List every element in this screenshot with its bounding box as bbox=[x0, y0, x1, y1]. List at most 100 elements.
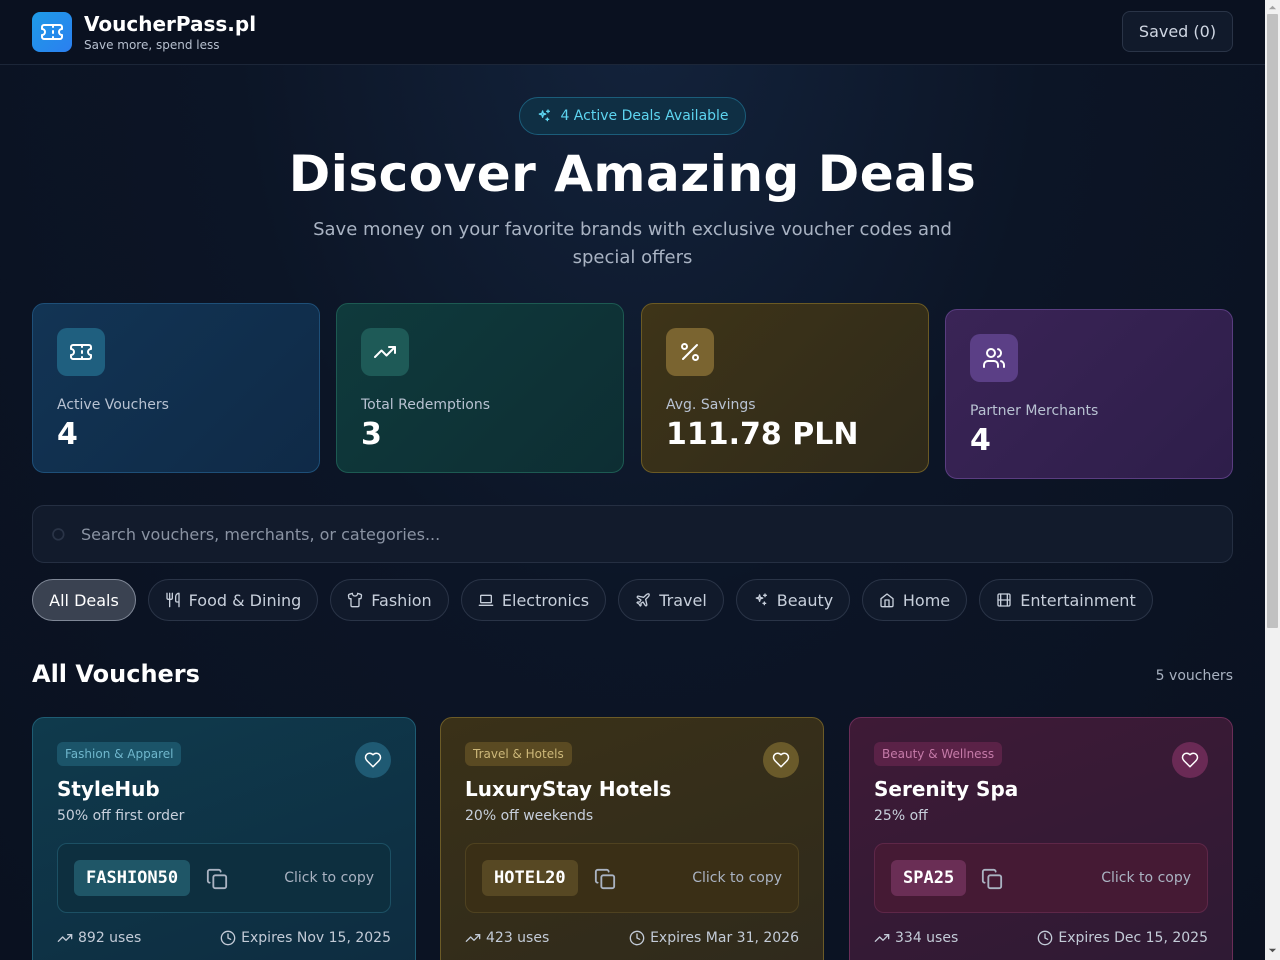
favorite-button[interactable] bbox=[1172, 742, 1208, 778]
stat-icon-box bbox=[666, 328, 714, 376]
stat-label: Active Vouchers bbox=[57, 397, 169, 413]
copy-icon[interactable] bbox=[981, 868, 1003, 890]
trending-up-icon bbox=[874, 934, 890, 942]
clock-icon bbox=[629, 930, 645, 946]
voucher-merchant: StyleHub bbox=[57, 777, 160, 801]
category-label: Electronics bbox=[501, 590, 590, 610]
favorite-button[interactable] bbox=[355, 742, 391, 778]
ticket-icon bbox=[70, 344, 92, 360]
stat-value: 4 bbox=[970, 423, 991, 458]
voucher-code[interactable]: FASHION50 bbox=[74, 860, 191, 896]
stat-value: 3 bbox=[361, 417, 382, 452]
search-input[interactable] bbox=[81, 506, 1211, 562]
category-entertainment[interactable]: Entertainment bbox=[979, 579, 1153, 621]
copy-hint: Click to copy bbox=[692, 870, 782, 886]
favorite-button[interactable] bbox=[763, 742, 799, 778]
voucher-uses: 334 uses bbox=[874, 930, 958, 946]
plane-icon bbox=[636, 593, 651, 607]
page-subtitle: Save money on your favorite brands with … bbox=[313, 219, 952, 268]
voucher-uses: 423 uses bbox=[465, 930, 549, 946]
stat-label: Partner Merchants bbox=[970, 403, 1099, 419]
clock-icon bbox=[1038, 930, 1053, 946]
heart-icon bbox=[1181, 752, 1199, 768]
stat-label: Avg. Savings bbox=[666, 397, 756, 413]
ticket-icon bbox=[41, 24, 63, 40]
stat-label: Total Redemptions bbox=[361, 397, 490, 413]
utensils-icon bbox=[165, 592, 180, 608]
voucher-expiry: Expires Nov 15, 2025 bbox=[220, 930, 391, 946]
section-title: All Vouchers bbox=[32, 660, 200, 688]
stat-card-partner-merchants: Partner Merchants 4 bbox=[945, 309, 1233, 479]
heart-icon bbox=[772, 752, 790, 768]
category-label: Entertainment bbox=[1020, 590, 1136, 610]
trending-up-icon bbox=[465, 934, 481, 942]
stat-value: 111.78 PLN bbox=[666, 417, 859, 452]
category-home[interactable]: Home bbox=[862, 579, 967, 621]
uses-label: 423 uses bbox=[486, 930, 550, 946]
category-label: Fashion bbox=[371, 590, 432, 610]
clock-icon bbox=[220, 930, 236, 946]
scroll-up-arrow-icon[interactable] bbox=[1268, 3, 1277, 12]
shirt-icon bbox=[348, 592, 363, 608]
voucher-code[interactable]: HOTEL20 bbox=[482, 860, 578, 896]
expiry-label: Expires Nov 15, 2025 bbox=[241, 930, 391, 946]
category-label: All Deals bbox=[49, 590, 119, 610]
category-label: Home bbox=[902, 590, 951, 610]
voucher-offer: 20% off weekends bbox=[465, 808, 594, 824]
saved-button[interactable]: Saved (0) bbox=[1122, 11, 1233, 52]
copy-hint: Click to copy bbox=[284, 870, 374, 886]
voucher-code-box[interactable]: HOTEL20 Click to copy bbox=[465, 843, 799, 913]
home-icon bbox=[880, 593, 894, 608]
voucher-card[interactable]: Beauty & Wellness Serenity Spa 25% off S… bbox=[849, 717, 1233, 960]
voucher-card[interactable]: Travel & Hotels LuxuryStay Hotels 20% of… bbox=[440, 717, 824, 960]
sparkles-icon bbox=[539, 109, 551, 122]
voucher-count: 5 vouchers bbox=[1155, 668, 1233, 684]
sparkles-icon bbox=[755, 593, 767, 606]
copy-icon[interactable] bbox=[594, 868, 616, 890]
active-deals-badge: 4 Active Deals Available bbox=[519, 97, 746, 135]
category-label: Travel bbox=[659, 590, 707, 610]
voucher-code-box[interactable]: SPA25 Click to copy bbox=[874, 843, 1208, 913]
expiry-label: Expires Dec 15, 2025 bbox=[1058, 930, 1208, 946]
category-electronics[interactable]: Electronics bbox=[461, 579, 606, 621]
film-icon bbox=[997, 593, 1011, 607]
uses-label: 334 uses bbox=[895, 930, 959, 946]
trending-up-icon bbox=[57, 934, 73, 942]
voucher-category-badge: Beauty & Wellness bbox=[874, 742, 1003, 766]
search-icon bbox=[52, 528, 65, 541]
page-scrollbar[interactable] bbox=[1265, 0, 1280, 960]
voucher-merchant: Serenity Spa bbox=[874, 777, 1019, 801]
copy-icon[interactable] bbox=[206, 868, 228, 890]
stat-card-total-redemptions: Total Redemptions 3 bbox=[336, 303, 624, 473]
category-travel[interactable]: Travel bbox=[618, 579, 724, 621]
trending-up-icon bbox=[374, 346, 396, 358]
voucher-uses: 892 uses bbox=[57, 930, 141, 946]
voucher-code[interactable]: SPA25 bbox=[891, 860, 967, 896]
category-label: Food & Dining bbox=[188, 590, 302, 610]
stat-icon-box bbox=[361, 328, 409, 376]
percent-icon bbox=[681, 343, 699, 361]
voucher-code-box[interactable]: FASHION50 Click to copy bbox=[57, 843, 391, 913]
voucher-expiry: Expires Dec 15, 2025 bbox=[1037, 930, 1208, 946]
voucher-category-badge: Travel & Hotels bbox=[465, 742, 572, 766]
brand-name[interactable]: VoucherPass.pl bbox=[84, 12, 256, 36]
logo[interactable] bbox=[32, 12, 72, 52]
category-beauty[interactable]: Beauty bbox=[736, 579, 850, 621]
stat-value: 4 bbox=[57, 417, 78, 452]
stat-card-avg-savings: Avg. Savings 111.78 PLN bbox=[641, 303, 929, 473]
category-all-deals[interactable]: All Deals bbox=[32, 579, 136, 621]
scrollbar-thumb[interactable] bbox=[1267, 14, 1278, 628]
brand-tagline: Save more, spend less bbox=[84, 38, 220, 52]
top-header: VoucherPass.pl Save more, spend less Sav… bbox=[0, 0, 1265, 65]
scroll-down-arrow-icon[interactable] bbox=[1268, 946, 1277, 955]
voucher-expiry: Expires Mar 31, 2026 bbox=[629, 930, 799, 946]
stat-card-active-vouchers: Active Vouchers 4 bbox=[32, 303, 320, 473]
copy-hint: Click to copy bbox=[1101, 870, 1191, 886]
expiry-label: Expires Mar 31, 2026 bbox=[650, 930, 799, 946]
category-fashion[interactable]: Fashion bbox=[330, 579, 449, 621]
stat-icon-box bbox=[57, 328, 105, 376]
voucher-card[interactable]: Fashion & Apparel StyleHub 50% off first… bbox=[32, 717, 416, 960]
category-food-dining[interactable]: Food & Dining bbox=[148, 579, 318, 621]
category-label: Beauty bbox=[776, 590, 834, 610]
voucher-merchant: LuxuryStay Hotels bbox=[465, 777, 672, 801]
